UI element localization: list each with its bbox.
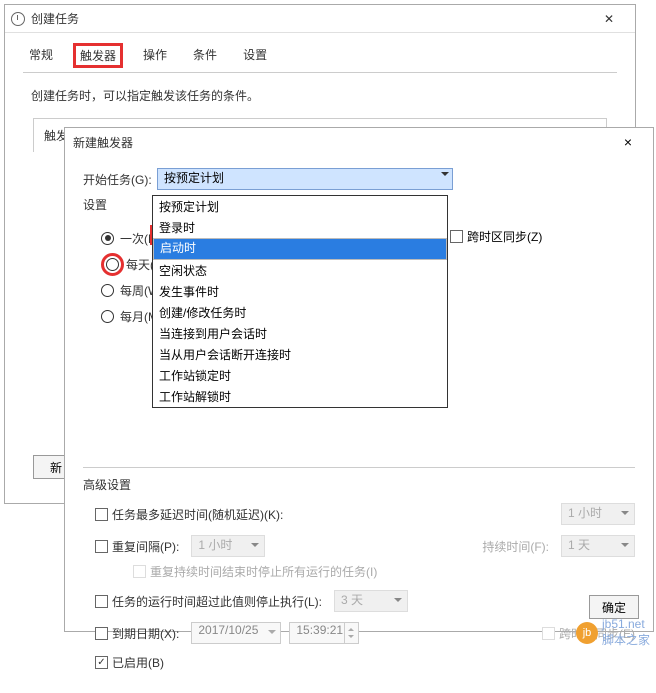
- ok-button[interactable]: 确定: [589, 595, 639, 619]
- delay-checkbox[interactable]: [95, 508, 108, 521]
- tab-conditions[interactable]: 条件: [187, 43, 223, 68]
- tab-triggers[interactable]: 触发器: [73, 43, 123, 68]
- expire-time-input[interactable]: 15:39:21: [289, 622, 359, 644]
- repeat-checkbox[interactable]: [95, 540, 108, 553]
- highlight-box: [101, 253, 124, 276]
- radio-monthly[interactable]: [101, 310, 114, 323]
- enabled-label: 已启用(B): [112, 654, 164, 671]
- chevron-down-icon: [621, 511, 629, 519]
- settings-label: 设置: [83, 196, 157, 213]
- tab-description: 创建任务时，可以指定触发该任务的条件。: [5, 73, 635, 118]
- sync-tz-checkbox[interactable]: [450, 230, 463, 243]
- spinner-icon[interactable]: [344, 623, 358, 643]
- chevron-down-icon: [441, 172, 449, 180]
- clock-icon: [11, 12, 25, 26]
- expire-sync-checkbox: [542, 627, 555, 640]
- repeat-end-checkbox: [133, 565, 146, 578]
- watermark-name: 脚本之家: [602, 631, 650, 648]
- repeat-label: 重复间隔(P):: [112, 538, 179, 555]
- repeat-end-label: 重复持续时间结束时停止所有运行的任务(I): [150, 563, 377, 580]
- close-icon[interactable]: ✕: [589, 7, 629, 31]
- sync-tz-label: 跨时区同步(Z): [467, 228, 542, 245]
- separator: [83, 467, 635, 468]
- dropdown-item[interactable]: 登录时: [153, 217, 447, 238]
- advanced-title: 高级设置: [83, 476, 635, 493]
- radio-weekly[interactable]: [101, 284, 114, 297]
- expire-checkbox[interactable]: [95, 627, 108, 640]
- dropdown-item[interactable]: 启动时: [153, 238, 447, 260]
- expire-label: 到期日期(X):: [112, 625, 179, 642]
- dropdown-item[interactable]: 发生事件时: [153, 281, 447, 302]
- dropdown-item[interactable]: 创建/修改任务时: [153, 302, 447, 323]
- chevron-down-icon: [621, 543, 629, 551]
- start-task-label: 开始任务(G):: [83, 171, 157, 188]
- dialog-buttons: 确定: [589, 595, 639, 619]
- chevron-down-icon: [251, 543, 259, 551]
- titlebar: 创建任务 ✕: [5, 5, 635, 33]
- dropdown-item[interactable]: 当从用户会话断开连接时: [153, 344, 447, 365]
- tab-general[interactable]: 常规: [23, 43, 59, 68]
- delay-select[interactable]: 1 小时: [561, 503, 635, 525]
- repeat-interval-select[interactable]: 1 小时: [191, 535, 265, 557]
- dialog-titlebar: 新建触发器 ×: [65, 128, 653, 156]
- tab-strip: 常规 触发器 操作 条件 设置: [5, 33, 635, 68]
- watermark-site: jb51.net: [602, 617, 650, 631]
- chevron-down-icon: [394, 598, 402, 606]
- sync-tz-row: 跨时区同步(Z): [450, 228, 542, 245]
- dropdown-item[interactable]: 工作站锁定时: [153, 365, 447, 386]
- expire-date-input[interactable]: 2017/10/25: [191, 622, 281, 644]
- combo-value[interactable]: 按预定计划: [157, 168, 453, 190]
- radio-once[interactable]: [101, 232, 114, 245]
- dropdown-item[interactable]: 按预定计划: [153, 196, 447, 217]
- tab-settings[interactable]: 设置: [237, 43, 273, 68]
- stop-label: 任务的运行时间超过此值则停止执行(L):: [112, 593, 322, 610]
- duration-label: 持续时间(F):: [482, 538, 549, 555]
- radio-daily[interactable]: [106, 258, 119, 271]
- watermark: jb jb51.net 脚本之家: [576, 617, 650, 648]
- start-task-combobox[interactable]: 按预定计划: [157, 168, 453, 190]
- dialog-title: 新建触发器: [73, 134, 611, 151]
- dropdown-item[interactable]: 空闲状态: [153, 260, 447, 281]
- close-icon[interactable]: ×: [611, 134, 645, 150]
- dropdown-item[interactable]: 工作站解锁时: [153, 386, 447, 407]
- stop-checkbox[interactable]: [95, 595, 108, 608]
- delay-label: 任务最多延迟时间(随机延迟)(K):: [112, 506, 283, 523]
- start-task-dropdown[interactable]: 按预定计划登录时启动时空闲状态发生事件时创建/修改任务时当连接到用户会话时当从用…: [152, 195, 448, 408]
- duration-select[interactable]: 1 天: [561, 535, 635, 557]
- tab-actions[interactable]: 操作: [137, 43, 173, 68]
- watermark-icon: jb: [576, 622, 598, 644]
- enabled-checkbox[interactable]: [95, 656, 108, 669]
- window-title: 创建任务: [31, 10, 589, 27]
- dropdown-item[interactable]: 当连接到用户会话时: [153, 323, 447, 344]
- chevron-down-icon: [268, 630, 276, 638]
- stop-select[interactable]: 3 天: [334, 590, 408, 612]
